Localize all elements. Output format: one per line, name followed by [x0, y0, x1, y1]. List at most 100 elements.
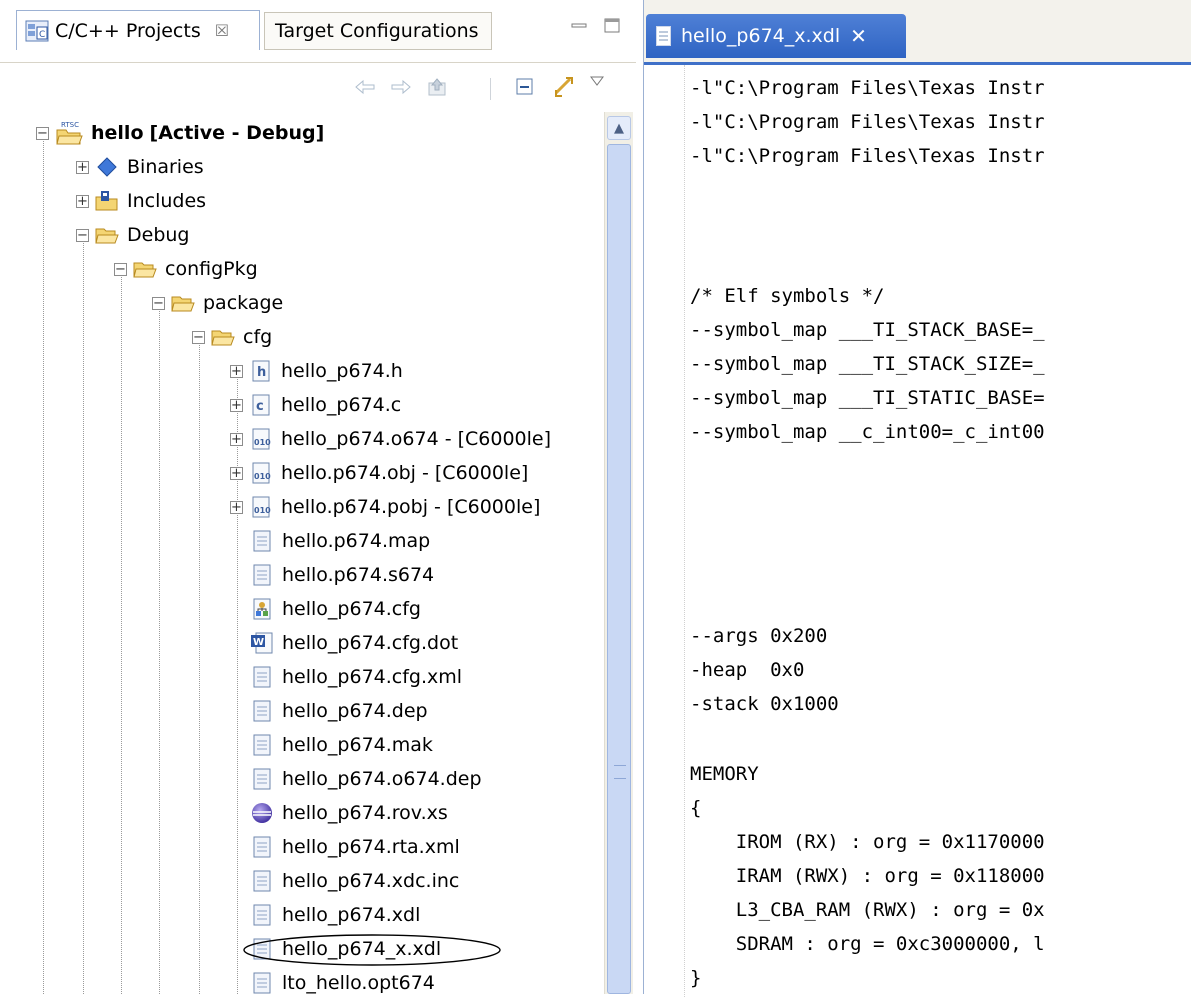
tree-guide — [43, 134, 44, 994]
item-label: hello_p674.mak — [282, 734, 433, 756]
open-folder-icon — [171, 291, 195, 315]
open-folder-icon — [95, 223, 119, 247]
close-editor-icon[interactable]: ✕ — [850, 24, 867, 48]
code-line: IROM (RX) : org = 0x1170000 — [690, 831, 1045, 853]
collapse-toggle[interactable]: − — [192, 330, 205, 344]
code-line: } — [690, 967, 702, 989]
tree-item-file[interactable]: hello_p674.cfg.xml — [250, 660, 462, 694]
document-icon — [656, 26, 671, 46]
tree-item-binaries[interactable]: + Binaries — [76, 150, 204, 184]
tree-item-configpkg[interactable]: − configPkg — [114, 252, 258, 286]
expand-toggle[interactable]: + — [230, 398, 243, 412]
forward-icon[interactable] — [388, 74, 414, 100]
tree-item-file[interactable]: hello_p674.xdl — [250, 898, 420, 932]
link-editor-icon[interactable] — [552, 74, 578, 100]
close-tab-icon[interactable]: ☒ — [215, 21, 229, 40]
tree-item-file[interactable]: hello_p674.o674.dep — [250, 762, 482, 796]
back-icon[interactable] — [352, 74, 378, 100]
tree-item-file[interactable]: hello_p674.xdc.inc — [250, 864, 459, 898]
object-file-icon: 010 — [249, 427, 273, 451]
tree-item-file[interactable]: + 010 hello.p674.obj - [C6000le] — [230, 456, 528, 490]
item-label: hello_p674.cfg.xml — [282, 666, 463, 688]
item-label: Includes — [127, 190, 207, 212]
editor-ruler — [644, 65, 685, 997]
item-label: hello_p674.o674.dep — [282, 768, 482, 790]
code-line: --symbol_map ___TI_STACK_BASE=_ — [690, 319, 1045, 341]
editor-tab-active[interactable]: hello_p674_x.xdl ✕ — [646, 14, 906, 58]
item-label: hello_p674.xdc.inc — [282, 870, 460, 892]
expand-toggle[interactable]: + — [76, 160, 89, 174]
collapse-toggle[interactable]: − — [36, 126, 49, 140]
expand-toggle[interactable]: + — [230, 466, 243, 480]
tab-target-configurations[interactable]: Target Configurations — [264, 12, 492, 50]
tab-label: Target Configurations — [275, 20, 479, 42]
code-line: -l"C:\Program Files\Texas Instr — [690, 145, 1045, 167]
tree-item-file[interactable]: hello_p674.cfg — [250, 592, 421, 626]
item-label: hello.p674.s674 — [282, 564, 435, 586]
tree-item-file[interactable]: + 010 hello_p674.o674 - [C6000le] — [230, 422, 551, 456]
editor-tab-title: hello_p674_x.xdl — [681, 25, 841, 47]
collapse-toggle[interactable]: − — [152, 296, 165, 310]
text-file-icon — [250, 699, 274, 723]
tree-item-file[interactable]: W hello_p674.cfg.dot — [250, 626, 458, 660]
collapse-toggle[interactable]: − — [114, 262, 127, 276]
item-label: hello.p674.map — [282, 530, 431, 552]
tree-item-file[interactable]: hello_p674.dep — [250, 694, 428, 728]
cpp-projects-icon: C — [25, 20, 49, 42]
tree-item-file[interactable]: hello_p674.rov.xs — [250, 796, 448, 830]
item-label: package — [203, 292, 284, 314]
view-toolbar — [0, 66, 636, 110]
collapse-toggle[interactable]: − — [76, 228, 89, 242]
tree-item-includes[interactable]: + Includes — [76, 184, 206, 218]
item-label: cfg — [243, 326, 273, 348]
code-editor[interactable]: -l"C:\Program Files\Texas Instr -l"C:\Pr… — [644, 62, 1191, 997]
expand-toggle[interactable]: + — [76, 194, 89, 208]
text-file-icon — [250, 733, 274, 757]
svg-text:010: 010 — [254, 438, 271, 447]
code-line: MEMORY — [690, 763, 759, 785]
tree-item-file[interactable]: + 010 hello.p674.pobj - [C6000le] — [230, 490, 540, 524]
svg-text:h: h — [257, 365, 266, 380]
tree-item-file[interactable]: + c hello_p674.c — [230, 388, 401, 422]
code-line: SDRAM : org = 0xc3000000, l — [690, 933, 1045, 955]
tree-item-project[interactable]: − RTSC hello [Active - Debug] — [36, 116, 324, 150]
item-label: hello_p674.xdl — [282, 904, 421, 926]
editor-tab-bar: hello_p674_x.xdl ✕ — [644, 0, 1191, 62]
item-label: hello_p674.rov.xs — [282, 802, 448, 824]
scroll-up-arrow-icon[interactable]: ▲ — [607, 116, 631, 140]
text-file-icon — [250, 665, 274, 689]
item-label: lto_hello.opt674 — [282, 972, 435, 994]
text-file-icon — [250, 835, 274, 859]
tree-item-cfg[interactable]: − cfg — [192, 320, 272, 354]
open-folder-icon — [211, 325, 235, 349]
item-label: Debug — [127, 224, 190, 246]
code-line: -l"C:\Program Files\Texas Instr — [690, 111, 1045, 133]
tree-guide — [121, 272, 122, 994]
svg-text:010: 010 — [254, 472, 271, 481]
tab-cpp-projects[interactable]: C C/C++ Projects ☒ — [16, 10, 260, 50]
tree-item-file[interactable]: lto_hello.opt674 — [250, 966, 435, 994]
minimize-icon[interactable] — [570, 18, 588, 36]
tree-item-file[interactable]: hello.p674.s674 — [250, 558, 434, 592]
tree-item-file[interactable]: + h hello_p674.h — [230, 354, 403, 388]
collapse-all-icon[interactable] — [512, 74, 538, 100]
tree-item-file[interactable]: hello_p674.mak — [250, 728, 433, 762]
tree-item-debug[interactable]: − Debug — [76, 218, 189, 252]
scrollbar-thumb[interactable] — [607, 144, 631, 994]
expand-toggle[interactable]: + — [230, 432, 243, 446]
up-icon[interactable] — [424, 74, 450, 100]
expand-toggle[interactable]: + — [230, 500, 243, 514]
item-label: hello_p674.c — [281, 394, 402, 416]
project-explorer-panel: C C/C++ Projects ☒ Target Configurations — [0, 0, 636, 994]
tree-item-file[interactable]: hello.p674.map — [250, 524, 430, 558]
tree-item-file[interactable]: hello_p674.rta.xml — [250, 830, 460, 864]
view-menu-icon[interactable] — [584, 68, 610, 94]
tree-guide — [199, 342, 200, 994]
item-label: hello_p674.cfg.dot — [282, 632, 459, 654]
item-label: hello.p674.obj - [C6000le] — [281, 462, 529, 484]
expand-toggle[interactable]: + — [230, 364, 243, 378]
tree-item-package[interactable]: − package — [152, 286, 283, 320]
maximize-icon[interactable] — [604, 18, 620, 38]
vertical-scrollbar[interactable]: ▲ — [604, 112, 633, 994]
item-label: hello_p674.o674 - [C6000le] — [281, 428, 552, 450]
